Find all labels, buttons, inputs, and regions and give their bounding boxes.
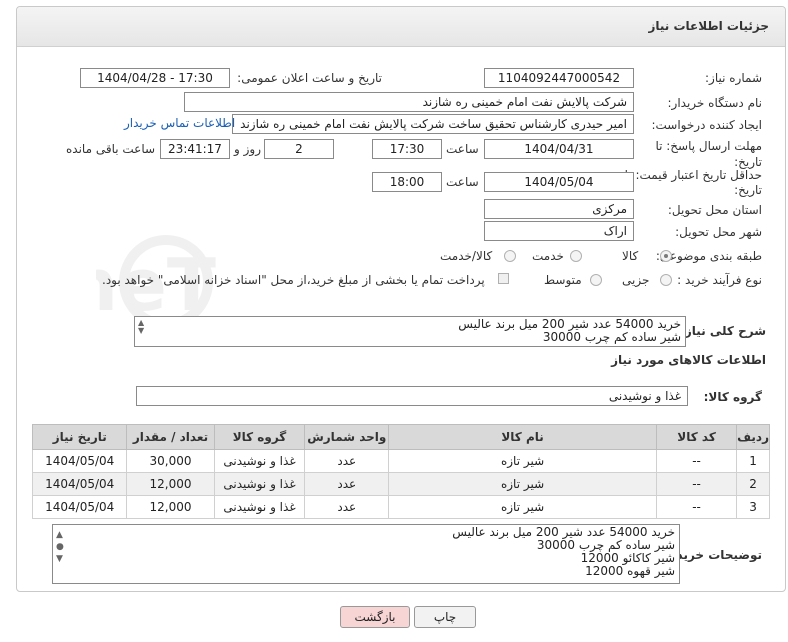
remaining-label: ساعت باقی مانده	[66, 142, 156, 156]
cell-unit: عدد	[304, 495, 390, 519]
cell-qty: 12,000	[126, 495, 215, 519]
description-label: شرح کلی نیاز:	[680, 324, 766, 338]
reply-deadline-label: مهلت ارسال پاسخ: تا تاریخ:	[655, 139, 762, 169]
cell-qty: 30,000	[126, 449, 215, 473]
col-code-header: کد کالا	[655, 424, 738, 450]
buyer-notes-line-3: شیر کاکائو 12000	[580, 551, 675, 565]
process-medium-radio[interactable]	[590, 274, 602, 286]
goods-group-label: گروه کالا:	[703, 390, 762, 404]
col-row-header: ردیف	[736, 424, 770, 450]
price-date-field: 1404/05/04	[484, 172, 634, 192]
cell-name: شیر تازه	[388, 495, 657, 519]
cell-code: --	[655, 472, 738, 496]
buyer-notes-textarea[interactable]: ▲ ● ▼ خرید 54000 عدد شیر 200 میل برند عالی…	[52, 524, 680, 584]
cell-code: --	[655, 495, 738, 519]
province-label: استان محل تحویل:	[667, 203, 762, 217]
page-title: جزئیات اطلاعات نیاز	[648, 19, 769, 33]
goods-group-field: غذا و نوشیدنی	[136, 386, 688, 406]
reply-date-field: 1404/04/31	[484, 139, 634, 159]
cell-date: 1404/05/04	[31, 495, 128, 519]
buyer-notes-scroll[interactable]: ▲ ● ▼	[56, 529, 66, 565]
cell-date: 1404/05/04	[31, 449, 128, 473]
reply-time-label: ساعت	[446, 142, 479, 156]
remaining-time-field: 23:41:17	[160, 139, 230, 159]
buyer-org-field: شرکت پالایش نفت امام خمینی ره شازند	[184, 92, 634, 112]
table-row: 2 -- شیر تازه عدد غذا و نوشیدنی 12,000 1…	[31, 472, 770, 496]
announce-date-field: 1404/04/28 - 17:30	[80, 68, 230, 88]
goods-table: ردیف کد کالا نام کالا واحد شمارش گروه کا…	[31, 424, 770, 519]
category-both-label: کالا/خدمت	[440, 249, 493, 263]
category-service-label: خدمت	[532, 249, 564, 263]
buyer-org-label: نام دستگاه خریدار:	[667, 96, 763, 110]
description-textarea[interactable]: ▲ ▼ خرید 54000 عدد شیر 200 میل برند عالیس…	[134, 316, 686, 347]
process-minor-label: جزیی	[622, 273, 650, 287]
city-field: اراک	[484, 221, 634, 241]
buyer-notes-line-4: شیر قهوه 12000	[585, 564, 675, 578]
cell-group: غذا و نوشیدنی	[213, 495, 306, 519]
col-date-header: تاریخ نیاز	[31, 424, 128, 450]
category-service-radio[interactable]	[570, 250, 582, 262]
col-qty-header: تعداد / مقدار	[126, 424, 215, 450]
cell-date: 1404/05/04	[31, 472, 128, 496]
description-line-2: شیر ساده کم چرب 30000	[542, 330, 681, 344]
table-header-row: ردیف کد کالا نام کالا واحد شمارش گروه کا…	[31, 424, 770, 450]
cell-unit: عدد	[304, 472, 390, 496]
cell-group: غذا و نوشیدنی	[213, 472, 306, 496]
process-medium-label: متوسط	[544, 273, 582, 287]
day-count-field: 2	[264, 139, 334, 159]
price-time-label: ساعت	[446, 175, 479, 189]
province-field: مرکزی	[484, 199, 634, 219]
cell-name: شیر تازه	[388, 449, 657, 473]
treasury-payment-note: پرداخت تمام یا بخشی از مبلغ خرید،از محل …	[102, 273, 485, 287]
need-number-field: 1104092447000542	[484, 68, 634, 88]
cell-unit: عدد	[304, 449, 390, 473]
day-and-label: روز و	[234, 142, 261, 156]
price-deadline-label: حداقل تاریخ اعتبار قیمت: تا تاریخ:	[624, 168, 762, 197]
cell-row: 2	[736, 472, 770, 496]
col-group-header: گروه کالا	[213, 424, 306, 450]
print-button[interactable]: چاپ	[414, 606, 476, 628]
cell-row: 1	[736, 449, 770, 473]
announce-label: تاریخ و ساعت اعلان عمومی:	[237, 71, 382, 85]
price-time-field: 18:00	[372, 172, 442, 192]
cell-qty: 12,000	[126, 472, 215, 496]
creator-field: امیر حیدری کارشناس تحقیق ساخت شرکت پالای…	[232, 114, 634, 134]
back-button[interactable]: بازگشت	[340, 606, 410, 628]
cell-name: شیر تازه	[388, 472, 657, 496]
goods-section-title: اطلاعات کالاهای مورد نیاز	[611, 353, 766, 367]
category-both-radio[interactable]	[504, 250, 516, 262]
treasury-payment-checkbox[interactable]	[498, 273, 509, 284]
table-row: 1 -- شیر تازه عدد غذا و نوشیدنی 30,000 1…	[31, 449, 770, 473]
cell-row: 3	[736, 495, 770, 519]
reply-time-field: 17:30	[372, 139, 442, 159]
description-scroll-arrows[interactable]: ▲ ▼	[138, 319, 148, 335]
cell-group: غذا و نوشیدنی	[213, 449, 306, 473]
creator-label: ایجاد کننده درخواست:	[651, 118, 762, 132]
col-unit-header: واحد شمارش	[304, 424, 390, 450]
city-label: شهر محل تحویل:	[675, 225, 762, 239]
process-label: نوع فرآیند خرید :	[677, 273, 762, 287]
cell-code: --	[655, 449, 738, 473]
process-minor-radio[interactable]	[660, 274, 672, 286]
buyer-contact-link[interactable]: اطلاعات تماس خریدار	[124, 116, 235, 130]
category-goods-radio[interactable]	[660, 250, 672, 262]
col-name-header: نام کالا	[388, 424, 657, 450]
table-row: 3 -- شیر تازه عدد غذا و نوشیدنی 12,000 1…	[31, 495, 770, 519]
panel-header: جزئیات اطلاعات نیاز	[17, 7, 785, 47]
need-number-label: شماره نیاز:	[705, 71, 762, 85]
category-goods-label: کالا	[622, 249, 639, 263]
